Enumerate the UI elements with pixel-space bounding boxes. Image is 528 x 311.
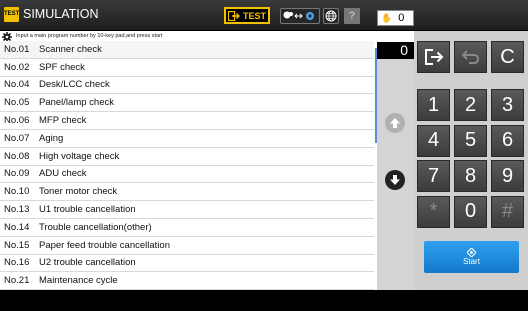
program-label: U1 trouble cancellation (39, 204, 136, 216)
key-6[interactable]: 6 (491, 124, 524, 157)
test-button[interactable]: TEST (224, 7, 270, 24)
program-number: No.08 (4, 150, 30, 162)
key-9[interactable]: 9 (491, 160, 524, 192)
program-number-display: 0 (377, 42, 414, 59)
network-button[interactable] (323, 8, 339, 24)
program-number: No.14 (4, 221, 30, 233)
list-item[interactable]: No.07 Aging (0, 130, 374, 148)
program-label: High voltage check (39, 150, 120, 162)
key-0[interactable]: 0 (454, 195, 487, 228)
key-7[interactable]: 7 (417, 160, 450, 192)
key-asterisk[interactable]: * (417, 195, 450, 228)
start-icon (467, 248, 476, 257)
program-label: Panel/lamp check (39, 97, 114, 109)
header-bar: TEST SIMULATION TEST ? ✋ 0 (0, 0, 528, 31)
list-item[interactable]: No.10 Toner motor check (0, 183, 374, 202)
program-label: ADU check (39, 168, 87, 180)
program-number: No.15 (4, 239, 30, 251)
copy-count-display: ✋ 0 (377, 10, 414, 26)
scroll-controls (377, 59, 414, 290)
test-button-label: TEST (242, 10, 266, 21)
list-item[interactable]: No.02 SPF check (0, 59, 374, 77)
program-label: Paper feed trouble cancellation (39, 239, 170, 251)
instruction-text: Input a main program number by 10-key pa… (16, 33, 163, 39)
page-title: SIMULATION (23, 7, 99, 21)
arrow-down-icon (390, 175, 400, 185)
program-label: Aging (39, 132, 64, 144)
key-8[interactable]: 8 (454, 160, 487, 192)
program-number: No.05 (4, 97, 30, 109)
program-label: Desk/LCC check (39, 79, 110, 91)
program-list: No.01 Scanner check No.02 SPF check No.04 Des… (0, 41, 374, 291)
program-number: No.06 (4, 115, 30, 127)
list-item[interactable]: No.16 U2 trouble cancellation (0, 255, 374, 273)
program-number: No.13 (4, 204, 30, 216)
numeric-keypad: C 1 2 3 4 5 6 7 8 9 * 0 # Start (414, 31, 528, 290)
program-number: No.16 (4, 257, 30, 269)
program-number: No.04 (4, 79, 30, 91)
start-button-label: Start (463, 257, 480, 266)
key-5[interactable]: 5 (454, 124, 487, 157)
key-4[interactable]: 4 (417, 124, 450, 157)
globe-icon (325, 10, 337, 22)
list-item[interactable]: No.08 High voltage check (0, 148, 374, 166)
program-number: No.10 (4, 186, 30, 198)
list-item[interactable]: No.04 Desk/LCC check (0, 77, 374, 95)
hand-icon: ✋ (381, 12, 393, 23)
help-button[interactable]: ? (344, 8, 360, 24)
program-label: Scanner check (39, 43, 102, 55)
program-number: No.02 (4, 61, 30, 73)
undo-button[interactable] (454, 41, 487, 73)
scroll-up-button[interactable] (385, 113, 405, 133)
list-item[interactable]: No.05 Panel/lamp check (0, 94, 374, 113)
copy-count-value: 0 (398, 12, 405, 24)
program-label: SPF check (39, 61, 85, 73)
transfer-gear-icon (283, 11, 314, 20)
undo-icon (461, 50, 479, 64)
test-mode-icon: TEST (4, 7, 19, 22)
program-number: No.09 (4, 168, 30, 180)
key-2[interactable]: 2 (454, 89, 487, 121)
list-item[interactable]: No.09 ADU check (0, 166, 374, 184)
program-label: U2 trouble cancellation (39, 257, 136, 269)
program-label: Maintenance cycle (39, 275, 118, 287)
list-item[interactable]: No.14 Trouble cancellation(other) (0, 219, 374, 237)
program-label: Trouble cancellation(other) (39, 221, 152, 233)
list-item[interactable]: No.13 U1 trouble cancellation (0, 201, 374, 219)
arrow-up-icon (390, 118, 400, 128)
program-number: No.21 (4, 275, 30, 287)
key-1[interactable]: 1 (417, 89, 450, 121)
scroll-down-button[interactable] (385, 170, 405, 190)
list-item[interactable]: No.21 Maintenance cycle (0, 272, 374, 291)
logout-icon (424, 49, 443, 65)
list-item[interactable]: No.01 Scanner check (0, 41, 374, 59)
program-label: MFP check (39, 115, 87, 127)
list-item[interactable]: No.15 Paper feed trouble cancellation (0, 237, 374, 255)
key-3[interactable]: 3 (491, 89, 524, 121)
exit-icon (227, 10, 240, 21)
footer-bar (0, 290, 528, 311)
key-hash[interactable]: # (491, 195, 524, 228)
program-number: No.07 (4, 132, 30, 144)
program-label: Toner motor check (39, 186, 118, 198)
exit-simulation-button[interactable] (417, 41, 450, 73)
clear-button[interactable]: C (491, 41, 524, 73)
program-number: No.01 (4, 43, 30, 55)
list-item[interactable]: No.06 MFP check (0, 112, 374, 130)
program-list-panel: Input a main program number by 10-key pa… (0, 31, 414, 291)
sync-settings-button[interactable] (280, 8, 320, 24)
start-button[interactable]: Start (424, 241, 519, 273)
